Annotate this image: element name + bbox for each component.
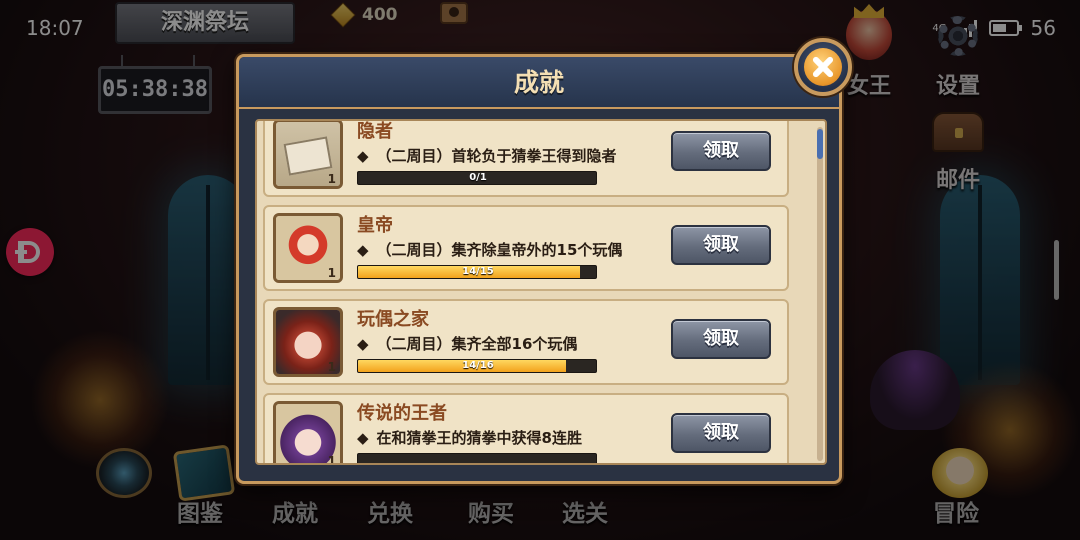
- achievement-progress-bar: 14/16: [357, 359, 597, 373]
- progress-text: 14/16: [462, 360, 494, 371]
- achievement-row: 1 皇帝 ◆ （二周目）集齐除皇帝外的15个玩偶 14/15 领取: [263, 205, 789, 291]
- portrait-count: 1: [327, 266, 336, 280]
- achievement-title: 传说的王者: [357, 403, 447, 424]
- achievement-description: ◆ 在和猜拳王的猜拳中获得8连胜: [357, 427, 582, 448]
- achievement-description-text: （二周目）集齐除皇帝外的15个玩偶: [376, 241, 623, 259]
- diamond-bullet-icon: ◆: [357, 147, 369, 165]
- achievement-description-text: （二周目）集齐全部16个玩偶: [376, 335, 578, 353]
- dialog-header: 成就: [239, 57, 839, 109]
- claim-button[interactable]: 领取: [671, 319, 771, 359]
- achievement-portrait: 1: [273, 401, 343, 465]
- portrait-count: 1: [327, 172, 336, 186]
- dialog-title: 成就: [513, 68, 564, 97]
- progress-text: 14/15: [462, 266, 494, 277]
- list-scrollbar-track[interactable]: [817, 127, 823, 461]
- achievement-progress-bar: 14/15: [357, 265, 597, 279]
- achievement-portrait: 1: [273, 213, 343, 283]
- portrait-count: 1: [327, 454, 336, 465]
- achievement-row: 1 玩偶之家 ◆ （二周目）集齐全部16个玩偶 14/16 领取: [263, 299, 789, 385]
- claim-button[interactable]: 领取: [671, 225, 771, 265]
- achievement-row: 1 隐者 ◆ （二周目）首轮负于猜拳王得到隐者 0/1 领取: [263, 121, 789, 197]
- achievement-title: 隐者: [357, 121, 393, 142]
- close-icon: [804, 48, 842, 86]
- achievement-progress-bar: 0/1: [357, 171, 597, 185]
- progress-text: [358, 454, 596, 463]
- achievement-title: 玩偶之家: [357, 309, 429, 330]
- achievement-description: ◆ （二周目）首轮负于猜拳王得到隐者: [357, 145, 617, 166]
- achievement-description: ◆ （二周目）集齐全部16个玩偶: [357, 333, 577, 354]
- achievement-description: ◆ （二周目）集齐除皇帝外的15个玩偶: [357, 239, 622, 260]
- progress-text: 0/1: [469, 172, 487, 183]
- achievement-description-text: （二周目）首轮负于猜拳王得到隐者: [376, 147, 617, 165]
- achievement-progress-bar: [357, 453, 597, 463]
- portrait-count: 1: [327, 360, 336, 374]
- achievement-row: 1 传说的王者 ◆ 在和猜拳王的猜拳中获得8连胜 领取: [263, 393, 789, 465]
- claim-button[interactable]: 领取: [671, 131, 771, 171]
- list-scrollbar-thumb[interactable]: [817, 129, 823, 159]
- achievements-dialog: 成就 1 隐者 ◆ （二周目）首轮负于猜拳王得到隐者 0/1 领取 1 皇帝 ◆…: [236, 54, 842, 484]
- achievement-description-text: 在和猜拳王的猜拳中获得8连胜: [376, 429, 582, 447]
- achievement-portrait: 1: [273, 121, 343, 189]
- achievement-list[interactable]: 1 隐者 ◆ （二周目）首轮负于猜拳王得到隐者 0/1 领取 1 皇帝 ◆ （二…: [255, 119, 827, 465]
- achievement-portrait: 1: [273, 307, 343, 377]
- close-button[interactable]: [794, 38, 852, 96]
- achievement-list-content: 1 隐者 ◆ （二周目）首轮负于猜拳王得到隐者 0/1 领取 1 皇帝 ◆ （二…: [257, 121, 813, 465]
- diamond-bullet-icon: ◆: [357, 241, 369, 259]
- claim-button[interactable]: 领取: [671, 413, 771, 453]
- diamond-bullet-icon: ◆: [357, 335, 369, 353]
- achievement-title: 皇帝: [357, 215, 393, 236]
- diamond-bullet-icon: ◆: [357, 429, 369, 447]
